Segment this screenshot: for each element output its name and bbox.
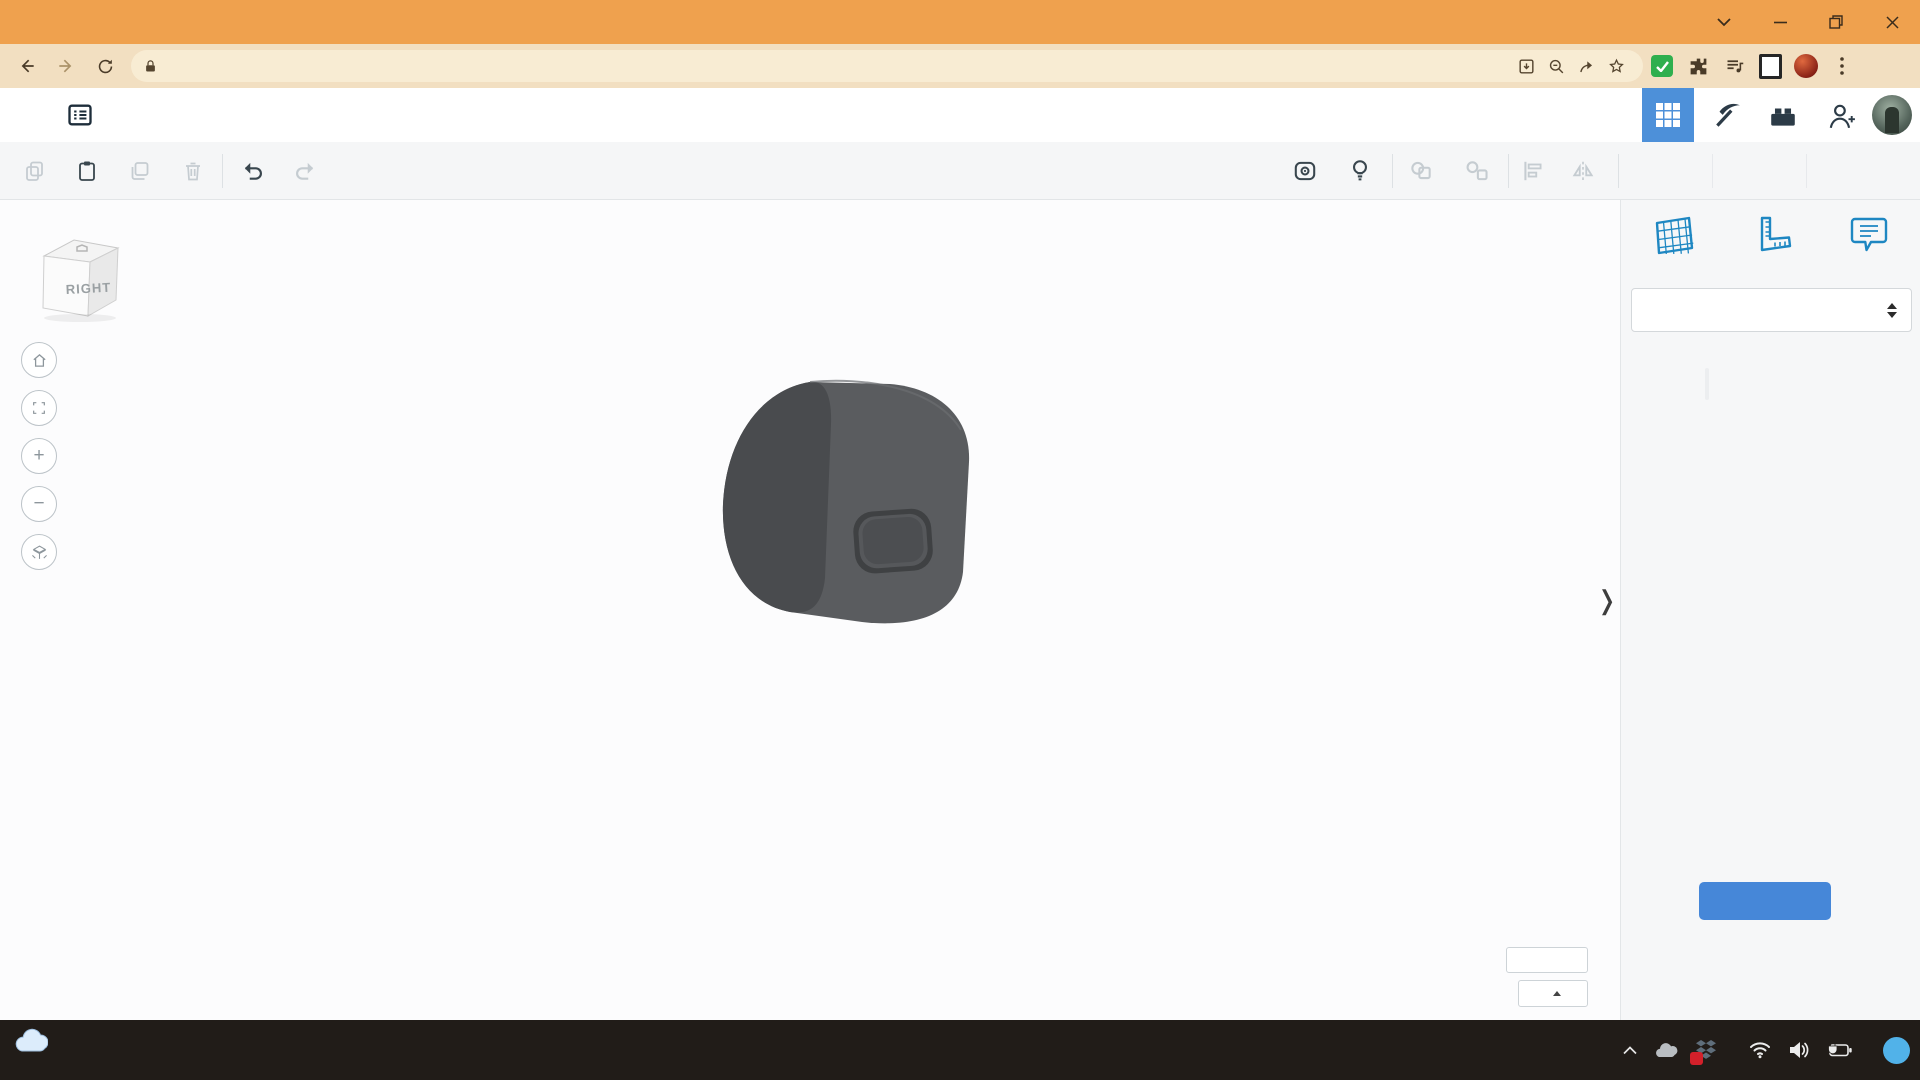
snap-grid-select[interactable]	[1518, 980, 1588, 1007]
checkmark-extension-icon[interactable]	[1645, 49, 1679, 83]
zoom-out-button[interactable]: −	[21, 486, 57, 522]
copy-icon[interactable]	[18, 154, 52, 188]
fit-view-button[interactable]	[21, 390, 57, 426]
view-controls: + −	[21, 342, 57, 570]
dark-square-extension-icon[interactable]	[1753, 49, 1787, 83]
lightbulb-icon[interactable]	[1343, 154, 1377, 188]
invite-person-icon[interactable]	[1826, 101, 1856, 136]
brick-export-icon[interactable]	[1768, 101, 1798, 136]
design-menu-icon[interactable]	[66, 101, 94, 134]
dropbox-badge	[1690, 1052, 1703, 1065]
zoom-in-button[interactable]: +	[21, 438, 57, 474]
browser-tab-strip	[0, 0, 1920, 44]
show-all-icon[interactable]	[1288, 154, 1322, 188]
paste-icon[interactable]	[70, 154, 104, 188]
3d-design-mode-button[interactable]	[1642, 88, 1694, 142]
window-controls	[1696, 0, 1920, 44]
group-icon[interactable]	[1404, 154, 1438, 188]
tinkercad-logo[interactable]	[7, 93, 51, 137]
share-icon[interactable]	[1571, 51, 1601, 81]
forward-button[interactable]	[49, 49, 83, 83]
reading-list-extension-icon[interactable]	[1717, 49, 1751, 83]
onedrive-icon[interactable]	[1653, 1041, 1679, 1059]
profile-avatar[interactable]	[1789, 49, 1823, 83]
weather-widget[interactable]	[12, 1027, 57, 1053]
edit-toolbar	[0, 142, 1920, 200]
minimize-button[interactable]	[1752, 0, 1808, 44]
dropdown-up-icon	[1553, 991, 1561, 996]
panel-collapse-handle[interactable]: ❭	[1596, 586, 1618, 616]
notes-tool-icon[interactable]	[1845, 212, 1893, 260]
minecraft-export-pickaxe-icon[interactable]	[1712, 101, 1742, 136]
back-button[interactable]	[10, 49, 44, 83]
bookmark-star-icon[interactable]	[1601, 51, 1631, 81]
3d-object[interactable]	[712, 376, 987, 631]
close-window-button[interactable]	[1864, 0, 1920, 44]
home-view-button[interactable]	[21, 342, 57, 378]
edit-grid-button[interactable]	[1506, 947, 1588, 973]
view-cube-label: RIGHT	[65, 280, 111, 297]
windows-taskbar	[0, 1020, 1920, 1080]
mirror-icon[interactable]	[1566, 154, 1600, 188]
workplane-tool-icon[interactable]	[1649, 212, 1697, 260]
save-page-icon[interactable]	[1511, 51, 1541, 81]
account-avatar[interactable]	[1872, 95, 1912, 135]
undo-icon[interactable]	[236, 154, 270, 188]
ruler-tool-icon[interactable]	[1747, 212, 1795, 260]
shapes-panel	[1620, 200, 1920, 1020]
zoom-page-icon[interactable]	[1541, 51, 1571, 81]
screen: RIGHT + − ❭	[0, 0, 1920, 1080]
shape-category-dropdown[interactable]	[1631, 288, 1912, 332]
browser-toolbar	[0, 44, 1920, 88]
dropbox-icon[interactable]	[1694, 1039, 1718, 1062]
ungroup-icon[interactable]	[1460, 154, 1494, 188]
more-shapes-button[interactable]	[1699, 882, 1831, 920]
3d-viewport[interactable]: RIGHT + − ❭	[0, 200, 1620, 1020]
browser-menu-kebab-icon[interactable]	[1825, 49, 1859, 83]
tray-chevron-icon[interactable]	[1622, 1045, 1638, 1055]
shape-filter-tabs	[1705, 368, 1709, 400]
url-bar[interactable]	[131, 50, 1643, 82]
wifi-icon[interactable]	[1748, 1040, 1772, 1060]
align-icon[interactable]	[1516, 154, 1550, 188]
tab-search-chevron-icon[interactable]	[1696, 0, 1752, 44]
cloud-icon	[12, 1027, 48, 1053]
lock-icon	[143, 58, 158, 75]
volume-icon[interactable]	[1787, 1040, 1811, 1060]
dropdown-stepper-icon	[1887, 303, 1897, 318]
reload-button[interactable]	[88, 49, 122, 83]
tinkercad-header	[0, 88, 1920, 143]
delete-icon[interactable]	[176, 154, 210, 188]
maximize-button[interactable]	[1808, 0, 1864, 44]
view-cube[interactable]: RIGHT	[30, 226, 126, 322]
system-tray	[1622, 1020, 1910, 1080]
battery-charging-icon[interactable]	[1826, 1040, 1853, 1060]
perspective-toggle-button[interactable]	[21, 534, 57, 570]
redo-icon[interactable]	[288, 154, 322, 188]
duplicate-icon[interactable]	[123, 154, 157, 188]
extensions-puzzle-icon[interactable]	[1681, 49, 1715, 83]
notification-badge[interactable]	[1883, 1037, 1910, 1064]
